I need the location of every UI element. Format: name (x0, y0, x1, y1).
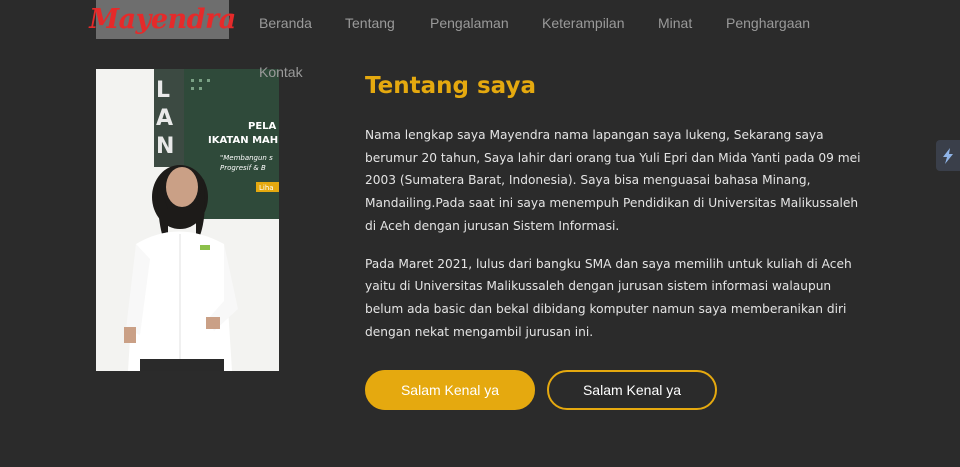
banner-line-1: PELA (248, 121, 277, 132)
banner-line-5: Liha (259, 184, 274, 192)
banner-line-4: Progresif & B (220, 164, 266, 172)
nav-item-penghargaan[interactable]: Penghargaan (726, 15, 810, 31)
main-nav: Beranda Tentang Pengalaman Keterampilan … (0, 0, 960, 80)
banner-letter-2: A (156, 106, 173, 131)
salam-kenal-outline-button[interactable]: Salam Kenal ya (547, 370, 717, 410)
nav-item-pengalaman[interactable]: Pengalaman (430, 15, 509, 31)
nav-item-keterampilan[interactable]: Keterampilan (542, 15, 625, 31)
salam-kenal-primary-button[interactable]: Salam Kenal ya (365, 370, 535, 410)
nav-item-tentang[interactable]: Tentang (345, 15, 395, 31)
about-heading: Tentang saya (365, 73, 536, 99)
banner-line-2: IKATAN MAH (208, 135, 278, 146)
nav-item-beranda[interactable]: Beranda (259, 15, 312, 31)
about-section: Tentang saya Nama lengkap saya Mayendra … (365, 70, 865, 358)
nav-item-minat[interactable]: Minat (658, 15, 692, 31)
side-tab[interactable] (936, 140, 960, 171)
nav-item-kontak[interactable]: Kontak (259, 64, 303, 80)
banner-letter-1: L (156, 78, 170, 103)
profile-photo: L A N PELA IKATAN MAH "Membangun s Progr… (96, 69, 279, 371)
about-paragraph-1: Nama lengkap saya Mayendra nama lapangan… (365, 128, 861, 233)
lightning-icon (943, 147, 953, 164)
banner-line-3: "Membangun s (220, 154, 273, 162)
banner-letter-3: N (156, 134, 174, 159)
about-paragraph-2: Pada Maret 2021, lulus dari bangku SMA d… (365, 256, 852, 339)
